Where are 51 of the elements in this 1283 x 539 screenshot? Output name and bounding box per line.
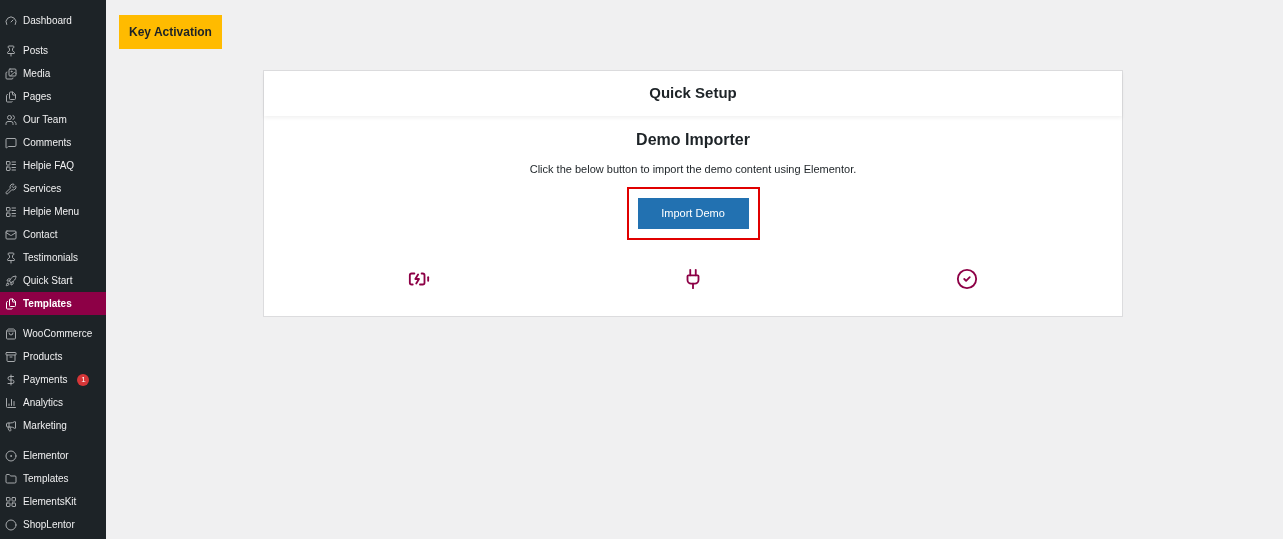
dollar-icon — [5, 373, 17, 386]
sidebar-item[interactable]: Quick Start — [0, 269, 106, 292]
pin-icon — [5, 44, 17, 57]
pages-icon — [5, 90, 17, 103]
key-activation-button[interactable]: Key Activation — [119, 15, 222, 49]
sidebar-item[interactable]: Templates — [0, 467, 106, 490]
count-badge: 1 — [77, 373, 90, 386]
pin-icon — [5, 251, 17, 264]
archive-icon — [5, 350, 17, 363]
sidebar-item[interactable]: Helpie Menu — [0, 200, 106, 223]
sidebar-item[interactable]: ShopLentor — [0, 513, 106, 536]
import-demo-button[interactable]: Import Demo — [637, 197, 749, 229]
checkmark-icon — [956, 267, 978, 290]
sidebar-item[interactable]: Testimonials — [0, 246, 106, 269]
people-icon — [5, 113, 17, 126]
list-icon — [5, 205, 17, 218]
sidebar-item[interactable]: Dashboard — [0, 9, 106, 32]
bag-icon — [5, 327, 17, 340]
wrench-icon — [5, 182, 17, 195]
sidebar-item[interactable]: Posts — [0, 39, 106, 62]
images-icon — [5, 67, 17, 80]
envelope-icon — [5, 228, 17, 241]
bar-chart-icon — [5, 396, 17, 409]
sidebar-item[interactable]: Helpie FAQ — [0, 154, 106, 177]
sidebar-item[interactable]: ElementsKit — [0, 490, 106, 513]
rocket-icon — [5, 274, 17, 287]
description-text: Click the below button to import the demo content using Elementor. — [529, 162, 857, 177]
sidebar-item[interactable]: Payments 1 — [0, 368, 106, 391]
section-heading: Demo Importer — [636, 130, 750, 150]
sidebar-item[interactable]: Comments — [0, 131, 106, 154]
circle-icon — [5, 449, 17, 462]
circle-icon — [5, 518, 17, 531]
sidebar-item[interactable]: Products — [0, 345, 106, 368]
dashboard-icon — [5, 14, 17, 27]
list-icon — [5, 159, 17, 172]
sidebar-item[interactable]: Pages — [0, 85, 106, 108]
speech-bubble-icon — [5, 136, 17, 149]
sidebar-item[interactable]: Our Team — [0, 108, 106, 131]
sidebar-item[interactable]: Contact — [0, 223, 106, 246]
sidebar-item[interactable]: Marketing — [0, 414, 106, 437]
sidebar-item[interactable]: WooCommerce — [0, 322, 106, 345]
sidebar-item[interactable]: Media — [0, 62, 106, 85]
folder-icon — [5, 472, 17, 485]
sidebar-item[interactable]: Elementor — [0, 444, 106, 467]
sidebar-item[interactable]: Templates — [0, 292, 106, 315]
pages-icon — [5, 297, 17, 310]
megaphone-icon — [5, 419, 17, 432]
grid-icon — [5, 495, 17, 508]
sidebar-item[interactable]: Services — [0, 177, 106, 200]
card-title: Quick Setup — [649, 83, 737, 104]
sidebar-item[interactable]: Analytics — [0, 391, 106, 414]
